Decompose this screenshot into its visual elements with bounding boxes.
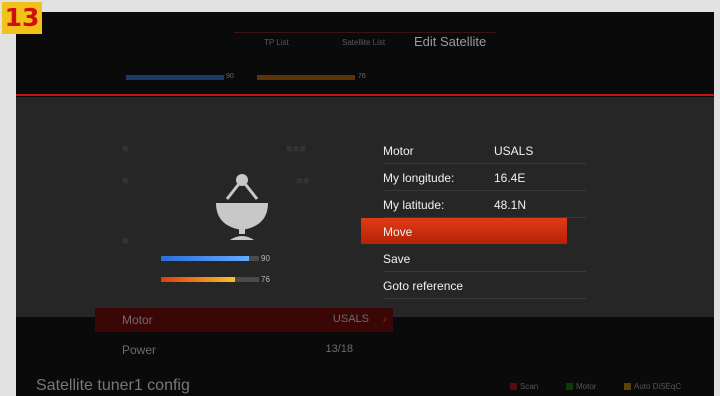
menu-item-move[interactable]: Move xyxy=(361,218,567,244)
chevron-right-icon: › xyxy=(382,310,387,326)
tab-tp-list[interactable]: TP List xyxy=(264,38,289,47)
tab-satellite-list[interactable]: Satellite List xyxy=(342,38,385,47)
quality-bar xyxy=(161,277,259,282)
bg-strength-label: 90 xyxy=(226,73,234,80)
bg-quality-label: 76 xyxy=(358,73,366,80)
menu-item-label: Motor xyxy=(383,144,414,158)
menu-item-value: USALS xyxy=(494,144,534,158)
menu-item-label: Goto reference xyxy=(383,279,464,293)
quality-bar-fill xyxy=(161,277,236,282)
menu-item-value: 16.4E xyxy=(494,171,526,185)
tv-screen: TP List Satellite List Edit Satellite 90… xyxy=(16,12,714,396)
tab-edit-satellite[interactable]: Edit Satellite xyxy=(414,34,486,49)
key-motor[interactable]: Motor xyxy=(566,382,596,391)
key-label: Auto DiSEqC xyxy=(634,382,682,391)
key-label: Motor xyxy=(576,382,597,391)
red-key-icon xyxy=(510,383,517,391)
settings-row-power[interactable]: Power 13/18 xyxy=(95,338,393,362)
settings-row-value: 13/18 xyxy=(325,343,353,355)
strength-bar-fill xyxy=(161,256,250,261)
strength-label: 90 xyxy=(261,254,270,263)
settings-row-motor[interactable]: Motor USALS › xyxy=(95,308,393,332)
settings-row-label: Motor xyxy=(122,313,153,327)
bg-strength-bar xyxy=(126,75,224,80)
satellite-dish-icon xyxy=(216,174,268,240)
key-auto-diseqc[interactable]: Auto DiSEqC xyxy=(624,382,681,391)
menu-item-goto-reference[interactable]: Goto reference xyxy=(361,272,586,299)
menu-item-save[interactable]: Save xyxy=(361,245,586,272)
red-separator xyxy=(16,94,714,96)
step-badge: 13 xyxy=(2,2,42,34)
frame: 13 TP List Satellite List Edit Satellite… xyxy=(0,0,720,396)
menu-item-label: My longitude: xyxy=(383,171,455,185)
menu-item-label: Save xyxy=(383,252,411,266)
quality-label: 76 xyxy=(261,275,270,284)
menu-item-label: Move xyxy=(383,225,413,239)
menu-item-value: 48.1N xyxy=(494,198,527,212)
green-key-icon xyxy=(566,383,573,391)
page-title: Satellite tuner1 config xyxy=(36,377,190,394)
settings-row-value: USALS xyxy=(332,313,369,325)
settings-row-label: Power xyxy=(122,343,157,357)
yellow-key-icon xyxy=(624,383,631,391)
key-label: Scan xyxy=(520,382,539,391)
bg-quality-bar xyxy=(257,75,355,80)
strength-bar xyxy=(161,256,259,261)
menu-item-label: My latitude: xyxy=(383,198,445,212)
header-divider xyxy=(234,32,496,33)
key-scan[interactable]: Scan xyxy=(510,382,538,391)
menu-item-latitude[interactable]: My latitude: 48.1N xyxy=(361,191,586,218)
menu-item-motor[interactable]: Motor USALS xyxy=(361,137,586,164)
menu-item-longitude[interactable]: My longitude: 16.4E xyxy=(361,164,586,191)
